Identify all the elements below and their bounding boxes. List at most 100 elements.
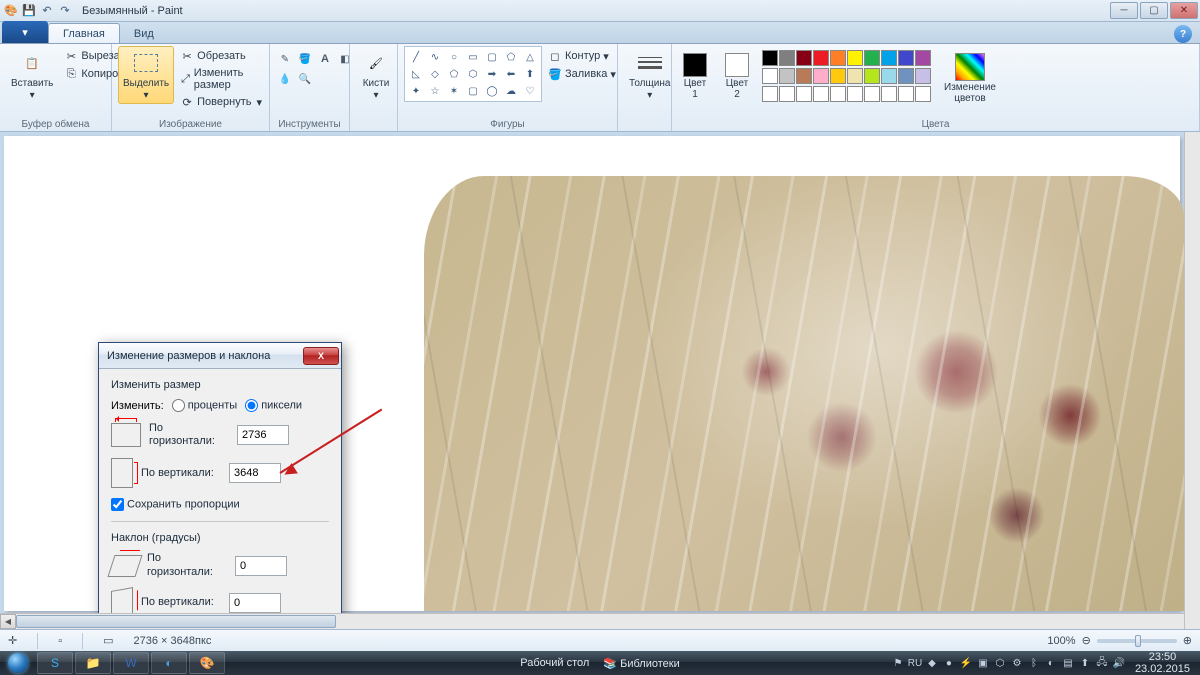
shape-line[interactable]: ╱ [407, 49, 425, 65]
color-swatch[interactable] [830, 68, 846, 84]
shape-arrow-l[interactable]: ⬅ [502, 66, 520, 82]
color-swatch[interactable] [847, 50, 863, 66]
rotate-button[interactable]: ⟳Повернуть▾ [178, 94, 264, 110]
tab-main[interactable]: Главная [48, 23, 120, 43]
shape-polygon[interactable]: ⬠ [502, 49, 520, 65]
color-swatch[interactable] [881, 50, 897, 66]
redo-icon[interactable]: ↷ [58, 4, 72, 18]
tray-lang[interactable]: RU [908, 656, 922, 670]
shape-star4[interactable]: ✦ [407, 83, 425, 99]
shape-diamond[interactable]: ◇ [426, 66, 444, 82]
tray-icon[interactable]: ● [942, 656, 956, 670]
radio-pixels[interactable]: пиксели [245, 399, 302, 412]
color-swatch[interactable] [864, 86, 880, 102]
desktop-toolbar[interactable]: Рабочий стол [520, 657, 589, 670]
scroll-left-button[interactable]: ◀ [0, 614, 16, 629]
dialog-close-button[interactable]: X [303, 347, 339, 365]
color-swatch[interactable] [813, 50, 829, 66]
color-swatch[interactable] [864, 50, 880, 66]
shape-rect[interactable]: ▭ [464, 49, 482, 65]
color-swatch[interactable] [898, 50, 914, 66]
shape-arrow-u[interactable]: ⬆ [521, 66, 539, 82]
keep-ratio-checkbox[interactable]: Сохранить пропорции [111, 498, 240, 511]
task-word[interactable]: W [113, 652, 149, 674]
fill-tool[interactable]: 🪣 [296, 50, 314, 68]
undo-icon[interactable]: ↶ [40, 4, 54, 18]
tray-action-center-icon[interactable]: ⚑ [891, 656, 905, 670]
color-swatch[interactable] [796, 50, 812, 66]
task-skype[interactable]: S [37, 652, 73, 674]
horizontal-scrollbar[interactable]: ◀ ▶ [0, 613, 1200, 629]
tray-icon[interactable]: ◐ [1044, 656, 1058, 670]
task-explorer[interactable]: 📁 [75, 652, 111, 674]
tray-clock[interactable]: 23:50 23.02.2015 [1129, 651, 1196, 675]
resize-button[interactable]: ⤢Изменить размер [178, 66, 264, 92]
tray-icon[interactable]: ⚡ [959, 656, 973, 670]
color-swatch[interactable] [847, 86, 863, 102]
shapes-gallery[interactable]: ╱ ∿ ○ ▭ ▢ ⬠ △ ◺ ◇ ⬠ ⬡ ➡ ⬅ ⬆ ✦ ☆ ✶ ▢ ◯ ☁ [404, 46, 542, 102]
shape-heart[interactable]: ♡ [521, 83, 539, 99]
task-paint[interactable]: 🎨 [189, 652, 225, 674]
shape-fill-button[interactable]: 🪣Заливка▾ [546, 66, 618, 82]
radio-percent[interactable]: проценты [172, 399, 238, 412]
color2-button[interactable]: Цвет 2 [720, 50, 754, 103]
shape-pentagon[interactable]: ⬠ [445, 66, 463, 82]
zoom-tool[interactable]: 🔍 [296, 70, 314, 88]
save-icon[interactable]: 💾 [22, 4, 36, 18]
zoom-out-button[interactable]: ⊖ [1082, 634, 1091, 647]
maximize-button[interactable]: ▢ [1140, 2, 1168, 19]
thickness-button[interactable]: Толщина ▾ [624, 46, 675, 104]
shape-roundrect[interactable]: ▢ [483, 49, 501, 65]
task-browser[interactable]: ◐ [151, 652, 187, 674]
color-swatch[interactable] [898, 86, 914, 102]
select-button[interactable]: Выделить ▾ [118, 46, 174, 104]
zoom-slider[interactable] [1097, 639, 1177, 643]
color-swatch[interactable] [830, 86, 846, 102]
color-swatch[interactable] [898, 68, 914, 84]
color-swatch[interactable] [779, 50, 795, 66]
tray-icon[interactable]: ◆ [925, 656, 939, 670]
color-swatch[interactable] [762, 68, 778, 84]
color-swatch[interactable] [762, 50, 778, 66]
vertical-input[interactable] [229, 463, 281, 483]
close-button[interactable]: ✕ [1170, 2, 1198, 19]
tray-icon[interactable]: ▤ [1061, 656, 1075, 670]
shape-curve[interactable]: ∿ [426, 49, 444, 65]
text-tool[interactable]: A [316, 50, 334, 68]
libraries-toolbar[interactable]: 📚 Библиотеки [603, 657, 679, 670]
vertical-scrollbar[interactable] [1184, 132, 1200, 629]
color-swatch[interactable] [813, 86, 829, 102]
color-swatch[interactable] [779, 68, 795, 84]
tray-icon[interactable]: ⬆ [1078, 656, 1092, 670]
shape-star5[interactable]: ☆ [426, 83, 444, 99]
tray-volume-icon[interactable]: 🔊 [1112, 656, 1126, 670]
shape-callout-oval[interactable]: ◯ [483, 83, 501, 99]
color1-button[interactable]: Цвет 1 [678, 50, 712, 103]
color-swatch[interactable] [847, 68, 863, 84]
horizontal-input[interactable] [237, 425, 289, 445]
dialog-titlebar[interactable]: Изменение размеров и наклона X [99, 343, 341, 369]
shape-star6[interactable]: ✶ [445, 83, 463, 99]
picker-tool[interactable]: 💧 [276, 70, 294, 88]
tray-icon[interactable]: ⚙ [1010, 656, 1024, 670]
color-swatch[interactable] [779, 86, 795, 102]
color-swatch[interactable] [864, 68, 880, 84]
color-swatch[interactable] [881, 68, 897, 84]
color-swatch[interactable] [796, 68, 812, 84]
shape-hexagon[interactable]: ⬡ [464, 66, 482, 82]
color-swatch[interactable] [762, 86, 778, 102]
shape-rtriangle[interactable]: ◺ [407, 66, 425, 82]
color-swatch[interactable] [881, 86, 897, 102]
skew-vertical-input[interactable] [229, 593, 281, 613]
tray-network-icon[interactable]: 🖧 [1095, 656, 1109, 670]
tray-icon[interactable]: ▣ [976, 656, 990, 670]
tray-bluetooth-icon[interactable]: ᛒ [1027, 656, 1041, 670]
shape-outline-button[interactable]: ◻Контур▾ [546, 48, 618, 64]
help-button[interactable]: ? [1174, 25, 1192, 43]
brushes-button[interactable]: 🖌 Кисти ▾ [356, 46, 396, 104]
tab-view[interactable]: Вид [120, 24, 168, 43]
color-swatch[interactable] [915, 68, 931, 84]
file-menu-button[interactable]: ▾ [2, 21, 48, 43]
scroll-thumb[interactable] [16, 615, 336, 628]
crop-button[interactable]: ✂Обрезать [178, 48, 264, 64]
